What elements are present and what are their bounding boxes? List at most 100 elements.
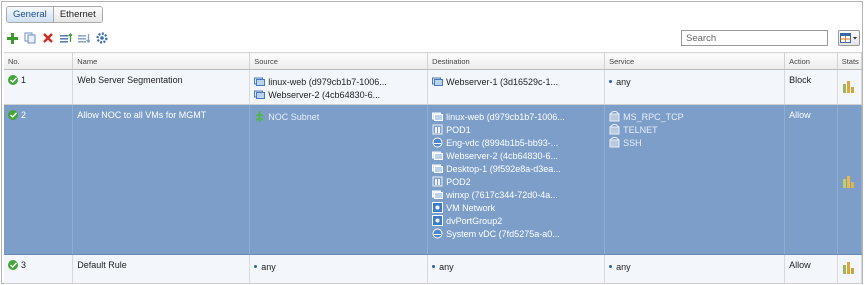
rule-action: Allow bbox=[789, 110, 811, 120]
port-group-icon bbox=[432, 202, 444, 213]
bullet-icon bbox=[609, 265, 613, 268]
destination-item: POD1 bbox=[446, 124, 471, 135]
bullet-icon bbox=[254, 265, 258, 268]
delete-icon[interactable] bbox=[42, 32, 54, 44]
rule-name: Default Rule bbox=[77, 260, 127, 270]
destination-item: VM Network bbox=[446, 202, 496, 213]
destination-item: linux-web (d979cb1b7-1006... bbox=[446, 111, 565, 122]
destination-cell[interactable]: any bbox=[427, 254, 606, 284]
column-header-no[interactable]: No. bbox=[4, 52, 74, 70]
move-down-icon[interactable] bbox=[78, 32, 90, 44]
rule-name-cell[interactable]: Default Rule bbox=[72, 254, 251, 284]
vm-icon bbox=[432, 150, 444, 161]
rule-toolbar bbox=[6, 30, 108, 46]
column-header-name[interactable]: Name bbox=[72, 52, 251, 70]
settings-icon[interactable] bbox=[96, 32, 108, 44]
destination-item: Webserver-2 (4cb64830-6... bbox=[446, 150, 559, 161]
service-item: TELNET bbox=[623, 124, 658, 135]
vm-icon bbox=[432, 189, 444, 200]
column-header-source[interactable]: Source bbox=[249, 52, 429, 70]
add-icon[interactable] bbox=[6, 32, 18, 44]
service-item: any bbox=[616, 76, 631, 87]
source-cell[interactable]: NOC Subnet bbox=[249, 104, 429, 255]
tab-general[interactable]: General bbox=[7, 7, 54, 22]
stats-cell[interactable] bbox=[837, 69, 863, 105]
rule-number: 1 bbox=[21, 75, 27, 85]
column-header-stats[interactable]: Stats bbox=[837, 52, 863, 70]
table-header-row: No. Name Source Destination Service Acti… bbox=[4, 52, 863, 70]
cluster-icon bbox=[432, 176, 443, 187]
service-cell[interactable]: any bbox=[604, 254, 786, 284]
service-item: any bbox=[616, 261, 631, 272]
destination-cell[interactable]: Webserver-1 (3d16529c-1... bbox=[427, 69, 606, 105]
destination-item: winxp (7617c344-72d0-4a... bbox=[446, 189, 558, 200]
cluster-icon bbox=[432, 124, 443, 135]
rule-number-cell: 2 bbox=[4, 104, 74, 255]
port-group-icon bbox=[432, 215, 444, 226]
rule-name-cell[interactable]: Web Server Segmentation bbox=[72, 69, 251, 105]
enabled-check-icon[interactable] bbox=[8, 260, 18, 270]
vm-icon bbox=[254, 76, 266, 87]
rule-name-cell[interactable]: Allow NOC to all VMs for MGMT bbox=[72, 104, 251, 255]
bullet-icon bbox=[432, 265, 436, 268]
destination-item: dvPortGroup2 bbox=[446, 215, 503, 226]
vm-icon bbox=[432, 111, 444, 122]
firewall-panel: General Ethernet No. Name Source Destina… bbox=[1, 1, 863, 284]
service-cell[interactable]: MS_RPC_TCP TELNET SSH bbox=[604, 104, 786, 255]
destination-item: System vDC (7fd5275a-a0... bbox=[446, 228, 560, 239]
column-header-action[interactable]: Action bbox=[784, 52, 838, 70]
destination-item: any bbox=[439, 261, 454, 272]
enabled-check-icon[interactable] bbox=[8, 75, 18, 85]
table-row[interactable]: 3 Default Rule any any any Allow bbox=[4, 254, 863, 284]
rule-number-cell: 1 bbox=[4, 69, 74, 105]
rule-number: 3 bbox=[21, 260, 27, 270]
copy-icon[interactable] bbox=[24, 32, 36, 44]
tab-ethernet[interactable]: Ethernet bbox=[53, 7, 102, 22]
rule-action: Block bbox=[789, 75, 812, 85]
vdc-icon bbox=[432, 228, 443, 239]
column-header-destination[interactable]: Destination bbox=[427, 52, 606, 70]
vm-icon bbox=[432, 163, 444, 174]
rule-name: Web Server Segmentation bbox=[77, 75, 183, 85]
enabled-check-icon[interactable] bbox=[8, 110, 18, 120]
service-icon bbox=[609, 124, 620, 135]
column-header-service[interactable]: Service bbox=[604, 52, 786, 70]
vm-icon bbox=[254, 89, 266, 100]
source-cell[interactable]: linux-web (d979cb1b7-1006... Webserver-2… bbox=[249, 69, 429, 105]
destination-item: Eng-vdc (8994b1b5-bb93-... bbox=[446, 137, 559, 148]
destination-item: Desktop-1 (9f592e8a-d3ea... bbox=[446, 163, 561, 174]
action-cell[interactable]: Allow bbox=[784, 104, 838, 255]
table-row[interactable]: 1 Web Server Segmentation linux-web (d97… bbox=[4, 69, 863, 105]
rule-name: Allow NOC to all VMs for MGMT bbox=[77, 110, 207, 120]
search-input[interactable] bbox=[681, 30, 828, 46]
service-item: MS_RPC_TCP bbox=[623, 111, 684, 122]
source-item: any bbox=[261, 261, 276, 272]
bullet-icon bbox=[609, 80, 613, 83]
stats-chart-icon[interactable] bbox=[843, 81, 855, 93]
source-item: Webserver-2 (4cb64830-6... bbox=[268, 89, 381, 100]
stats-cell[interactable] bbox=[837, 104, 863, 255]
move-up-icon[interactable] bbox=[60, 32, 72, 44]
destination-cell[interactable]: linux-web (d979cb1b7-1006... POD1 Eng-vd… bbox=[427, 104, 606, 255]
vdc-icon bbox=[432, 137, 443, 148]
service-cell[interactable]: any bbox=[604, 69, 786, 105]
network-icon bbox=[254, 111, 265, 122]
source-item: NOC Subnet bbox=[268, 111, 320, 122]
stats-chart-icon[interactable] bbox=[843, 262, 855, 274]
rule-number-cell: 3 bbox=[4, 254, 74, 284]
action-cell[interactable]: Block bbox=[784, 69, 838, 105]
destination-item: POD2 bbox=[446, 176, 471, 187]
service-icon bbox=[609, 137, 620, 148]
tab-bar: General Ethernet bbox=[6, 6, 103, 23]
source-item: linux-web (d979cb1b7-1006... bbox=[268, 76, 387, 87]
rule-action: Allow bbox=[789, 260, 811, 270]
grid-icon bbox=[840, 32, 857, 43]
destination-item: Webserver-1 (3d16529c-1... bbox=[446, 76, 559, 87]
stats-cell[interactable] bbox=[837, 254, 863, 284]
action-cell[interactable]: Allow bbox=[784, 254, 838, 284]
source-cell[interactable]: any bbox=[249, 254, 429, 284]
rule-number: 2 bbox=[21, 110, 27, 120]
table-row-selected[interactable]: 2 Allow NOC to all VMs for MGMT NOC Subn… bbox=[4, 104, 863, 255]
column-chooser-button[interactable] bbox=[838, 30, 860, 46]
stats-chart-icon[interactable] bbox=[843, 176, 855, 188]
